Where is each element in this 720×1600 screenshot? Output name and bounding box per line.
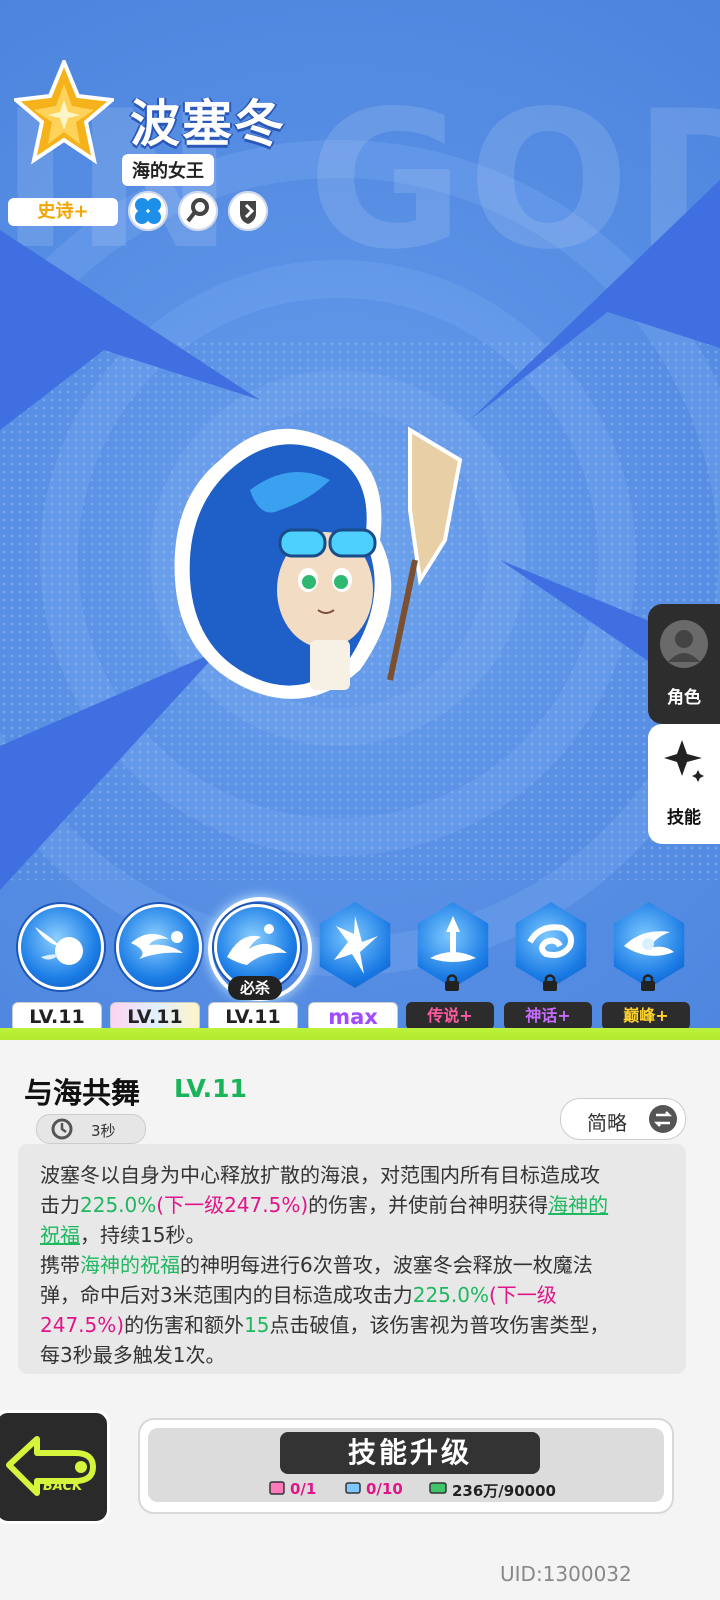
lock-icon bbox=[543, 974, 557, 991]
tab-character-label: 角色 bbox=[667, 688, 701, 708]
skill-upgrade-label: 技能升级 bbox=[347, 1436, 472, 1469]
desc-text: 击力 bbox=[40, 1193, 80, 1217]
skill-level-label: 神话+ bbox=[504, 1002, 592, 1030]
ultimate-tag: 必杀 bbox=[228, 976, 282, 1000]
cooldown-value: 3秒 bbox=[91, 1122, 116, 1140]
desc-text: 的伤害，并使前台神明获得 bbox=[308, 1193, 549, 1217]
shield-icon[interactable] bbox=[228, 191, 268, 231]
skill-slot-4[interactable] bbox=[310, 900, 396, 990]
desc-next-level: (下一级247.5%) bbox=[156, 1193, 309, 1217]
tab-skills-label: 技能 bbox=[667, 808, 701, 828]
skill-level-label: 传说+ bbox=[406, 1002, 494, 1030]
hero-title-badge: 海的女王 bbox=[122, 154, 214, 186]
desc-text: 波塞冬以自身为中心释放扩散的海浪，对范围内所有目标造成攻 bbox=[40, 1163, 600, 1187]
back-label: BACK bbox=[43, 1479, 83, 1494]
desc-text: 的神明每进行6次普攻，波塞冬会释放一枚魔法 bbox=[180, 1253, 593, 1277]
book-icon bbox=[269, 1481, 285, 1495]
skill-slot-5[interactable] bbox=[408, 900, 494, 991]
brief-toggle-label: 简略 bbox=[587, 1111, 627, 1135]
skill-description-box: 波塞冬以自身为中心释放扩散的海浪，对范围内所有目标造成攻 击力225.0%(下一级… bbox=[18, 1144, 686, 1374]
back-arrow-icon bbox=[6, 1436, 96, 1496]
skill-name: 与海共舞 bbox=[24, 1076, 141, 1110]
comet-skill-icon bbox=[18, 904, 104, 990]
desc-text: 的伤害和额外 bbox=[124, 1313, 245, 1337]
hero-character-illustration bbox=[174, 426, 463, 699]
skill-slot-2[interactable] bbox=[112, 900, 202, 990]
sparkle-icon bbox=[664, 740, 704, 782]
brief-toggle-button[interactable]: 简略 bbox=[560, 1098, 686, 1140]
tab-skills[interactable]: 技能 bbox=[648, 724, 720, 844]
skill-list: LV.11 LV.11 LV.11 max 传说+ 神话+ 巅峰+ bbox=[0, 897, 720, 1032]
buff-link[interactable]: 海神的 bbox=[548, 1193, 608, 1217]
desc-next-level: 247.5%) bbox=[40, 1313, 125, 1337]
skill-level: LV.11 bbox=[174, 1074, 247, 1103]
desc-text: 点击破值，该伤害视为普攻伤害类型， bbox=[269, 1313, 610, 1337]
desc-text: ，持续15秒。 bbox=[80, 1223, 206, 1247]
skill-level-label: 巅峰+ bbox=[602, 1002, 690, 1030]
desc-text: 每3秒最多触发1次。 bbox=[40, 1343, 226, 1367]
lock-icon bbox=[445, 974, 459, 991]
trident-burst-skill-icon bbox=[319, 902, 391, 988]
key-icon[interactable] bbox=[178, 191, 218, 231]
tab-character[interactable]: 角色 bbox=[648, 604, 720, 724]
user-id: UID:1300032 bbox=[500, 1562, 632, 1586]
back-button[interactable]: BACK bbox=[0, 1410, 110, 1524]
desc-value: 225.0% bbox=[412, 1283, 489, 1307]
clover-icon[interactable] bbox=[128, 191, 168, 231]
skill-slot-7[interactable] bbox=[604, 900, 690, 991]
skill-upgrade-button[interactable]: 技能升级 bbox=[280, 1432, 540, 1474]
swap-icon bbox=[649, 1105, 677, 1133]
desc-value: 15 bbox=[244, 1313, 270, 1337]
buff-link[interactable]: 祝福 bbox=[40, 1223, 80, 1247]
scroll-cost: 0/10 bbox=[366, 1480, 403, 1498]
book-cost: 0/1 bbox=[290, 1480, 317, 1498]
desc-text: 弹，命中后对3米范围内的目标造成攻击力 bbox=[40, 1283, 413, 1307]
rarity-badge: 史诗+ bbox=[8, 198, 118, 226]
skill-upgrade-area: 技能升级 0/1 0/10 236万/90000 bbox=[148, 1428, 664, 1502]
skill-slot-1[interactable] bbox=[14, 900, 104, 990]
hero-name: 波塞冬 bbox=[130, 95, 286, 153]
cooldown-badge: 3秒 bbox=[36, 1114, 146, 1144]
skill-description-paragraph: 波塞冬以自身为中心释放扩散的海浪，对范围内所有目标造成攻 击力225.0%(下一级… bbox=[40, 1160, 680, 1250]
lock-icon bbox=[641, 974, 655, 991]
skill-upgrade-panel: 技能升级 0/1 0/10 236万/90000 bbox=[138, 1418, 674, 1514]
desc-value: 225.0% bbox=[80, 1193, 157, 1217]
cash-icon bbox=[429, 1482, 447, 1494]
desc-text: 携带 bbox=[40, 1253, 80, 1277]
side-tab-group: 角色 技能 bbox=[648, 604, 720, 844]
currency-cost: 236万/90000 bbox=[452, 1482, 556, 1500]
desc-next-level: (下一级 bbox=[489, 1283, 557, 1307]
skill-slot-6[interactable] bbox=[506, 900, 592, 991]
scroll-icon bbox=[345, 1482, 361, 1494]
skill-description-paragraph: 携带海神的祝福的神明每进行6次普攻，波塞冬会释放一枚魔法弹，命中后对3米范围内的… bbox=[40, 1250, 680, 1370]
avatar bbox=[660, 620, 708, 668]
clock-icon bbox=[51, 1118, 73, 1140]
wave-skill-icon bbox=[116, 904, 202, 990]
rarity-star-emblem-icon bbox=[14, 60, 114, 165]
buff-keyword: 海神的祝福 bbox=[80, 1253, 180, 1277]
